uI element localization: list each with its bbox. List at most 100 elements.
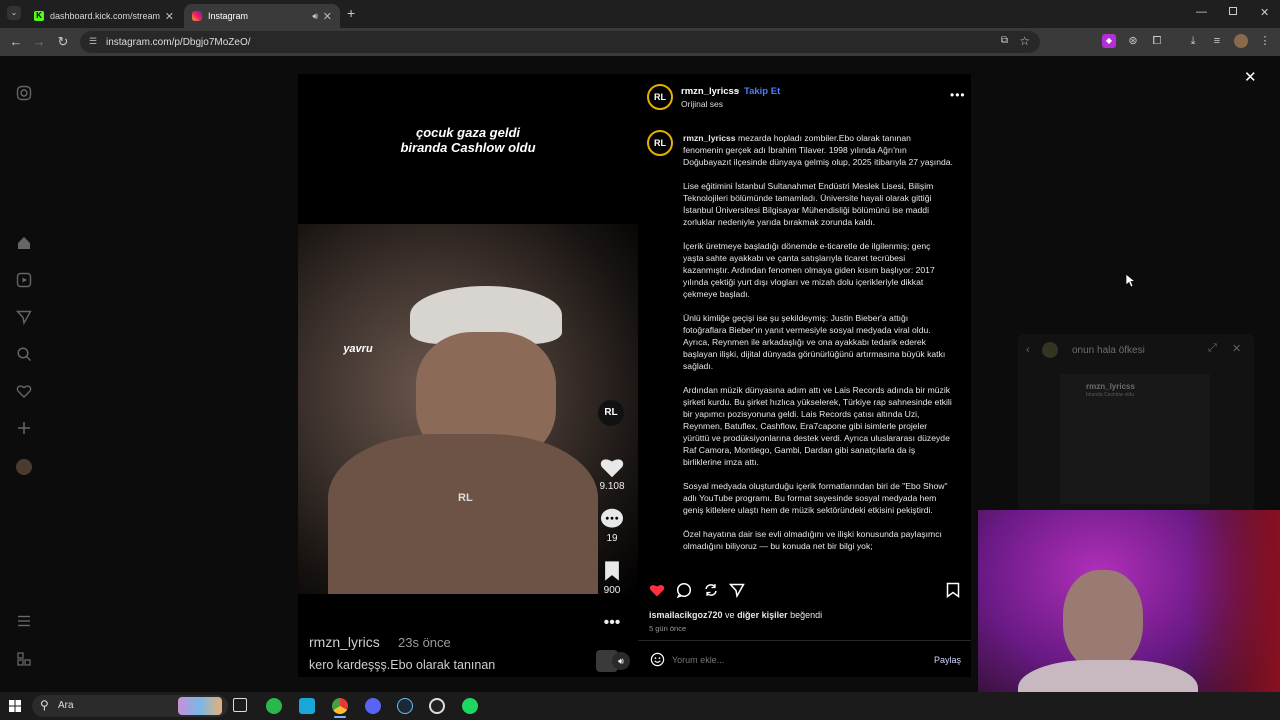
watermark-logo: RL [458,492,473,504]
body-shape [328,434,598,594]
follow-button[interactable]: Takip Et [744,86,780,97]
new-tab-button[interactable]: + [347,5,355,21]
extension-purple-icon[interactable]: ◆ [1102,34,1116,48]
menu-kebab-icon[interactable]: ⋮ [1258,34,1272,48]
video-user[interactable]: rmzn_lyrics [309,634,380,650]
floating-mini-player[interactable]: ‹ onun hala öfkesi ⤢ ✕ rmzn_lyricss bira… [1018,334,1254,514]
task-view-icon[interactable] [233,698,247,712]
close-modal-icon[interactable]: ✕ [1244,68,1257,86]
author-username[interactable]: rmzn_lyricss [681,86,739,97]
like-heart-icon[interactable] [649,583,665,597]
reading-list-icon[interactable]: ≡ [1210,34,1224,48]
caption-paragraph: İçerik üretmeye başladığı dönemde e-tica… [683,241,935,299]
download-icon[interactable]: ⤓ [1186,34,1200,48]
repost-icon[interactable] [703,582,719,598]
instagram-logo-icon [192,11,202,21]
caption-paragraph: Ardından müzik dünyasına adım attı ve La… [683,385,952,467]
tab-instagram[interactable]: Instagram 🔊︎ ✕ [184,4,340,28]
url-field[interactable]: ☰ instagram.com/p/Dbgjo7MoZeO/ ⧉ ☆ [80,31,1040,53]
back-button[interactable]: ← [8,34,24,50]
expand-icon[interactable]: ⤢ [1208,342,1217,355]
header-separator: • [736,86,740,97]
windows-start-icon[interactable] [9,700,21,712]
share-icon[interactable] [729,582,745,598]
profile-avatar-icon[interactable] [16,459,32,475]
discord-icon[interactable] [365,698,381,714]
install-icon[interactable]: ⧉ [1001,35,1008,46]
home-icon[interactable] [16,235,32,251]
tab-search-icon[interactable]: ⌄ [7,6,21,20]
post-comment-button[interactable]: Paylaş [934,655,961,665]
tab-kick-dashboard[interactable]: K dashboard.kick.com/stream ✕ [26,4,182,28]
video-comment-button[interactable]: 19 [598,508,626,544]
mini-user: rmzn_lyricss [1086,382,1135,391]
extensions-puzzle-icon[interactable]: ⧠ [1150,34,1164,48]
author-avatar[interactable]: RL [647,84,673,110]
reload-button[interactable]: ↻ [55,34,71,50]
post-options-icon[interactable]: ••• [950,88,966,102]
close-tab-icon[interactable]: ✕ [323,10,332,23]
site-info-icon[interactable]: ☰ [89,36,97,47]
red-light-shape [1188,510,1280,720]
save-bookmark-icon[interactable] [946,582,960,598]
app-blue-icon[interactable] [299,698,315,714]
video-subtitle: yavru [343,343,373,355]
mute-icon[interactable]: 🔊︎ [612,652,630,670]
save-count: 900 [603,585,621,596]
search-icon[interactable] [16,346,32,362]
bookmark-star-icon[interactable]: ☆ [1019,34,1030,48]
forward-button[interactable]: → [31,34,47,50]
speaker-icon[interactable]: 🔊︎ [312,11,318,22]
search-label: Ara [58,700,74,711]
liked-by-user[interactable]: ismailacikgoz720 [649,610,723,620]
reels-icon[interactable] [16,272,32,288]
app-green-icon[interactable] [266,698,282,714]
restore-button[interactable] [1229,7,1237,15]
spotify-icon[interactable] [462,698,478,714]
webcam-overlay [978,510,1280,720]
caption-paragraph: Özel hayatına dair ise evli olmadığını v… [683,529,942,551]
caption-username[interactable]: rmzn_lyricss [683,133,736,143]
taskbar-search[interactable]: ⚲ Ara [32,695,228,717]
liked-by-end: beğendi [787,610,823,620]
liked-by: ismailacikgoz720 ve diğer kişiler beğend… [649,610,822,620]
windows-taskbar: ⚲ Ara [0,692,1280,720]
also-from-meta-icon[interactable] [16,651,32,667]
close-window-button[interactable]: ✕ [1260,6,1269,19]
liked-by-mid: ve [722,610,738,620]
instagram-logo-icon[interactable] [16,85,32,101]
video-more-icon[interactable]: ••• [598,614,626,632]
post-caption: rmzn_lyricss mezarda hopladı zombiler.Eb… [683,132,953,572]
close-icon[interactable]: ✕ [1232,342,1241,355]
profile-avatar-icon[interactable] [1234,34,1248,48]
comment-icon[interactable] [676,582,692,598]
chevron-left-icon[interactable]: ‹ [1026,344,1030,356]
reel-video[interactable]: çocuk gaza geldi biranda Cashlow oldu ya… [298,74,638,677]
video-avatar[interactable]: RL [598,400,624,426]
head-shape [1063,570,1143,670]
liked-by-others[interactable]: diğer kişiler [737,610,788,620]
caption-avatar[interactable]: RL [647,130,673,156]
audio-label[interactable]: Orijinal ses [681,99,723,109]
comment-input[interactable] [672,652,912,668]
address-bar-row: ← → ↻ ☰ instagram.com/p/Dbgjo7MoZeO/ ⧉ ☆… [0,28,1280,56]
create-plus-icon[interactable] [16,420,32,436]
browser-tab-bar: ⌄ K dashboard.kick.com/stream ✕ Instagra… [0,0,1280,28]
kick-logo-icon: K [34,11,44,21]
bookmark-icon [605,561,619,581]
video-like-button[interactable]: 9.108 [598,456,626,492]
video-text: kero kardeşşş.Ebo olarak tanınan [309,658,496,672]
chrome-icon[interactable] [332,698,348,714]
obs-icon[interactable] [429,698,445,714]
tab-label: dashboard.kick.com/stream [50,11,161,21]
search-icon: ⚲ [40,698,49,712]
game-controller-icon[interactable]: ⊛ [1126,34,1140,48]
direct-message-icon[interactable] [16,309,32,325]
heart-icon[interactable] [16,383,32,399]
more-menu-icon[interactable] [16,613,32,629]
emoji-icon[interactable] [650,652,665,667]
close-tab-icon[interactable]: ✕ [165,10,174,23]
minimize-button[interactable]: — [1196,6,1207,18]
video-save-button[interactable]: 900 [598,560,626,596]
steam-icon[interactable] [397,698,413,714]
